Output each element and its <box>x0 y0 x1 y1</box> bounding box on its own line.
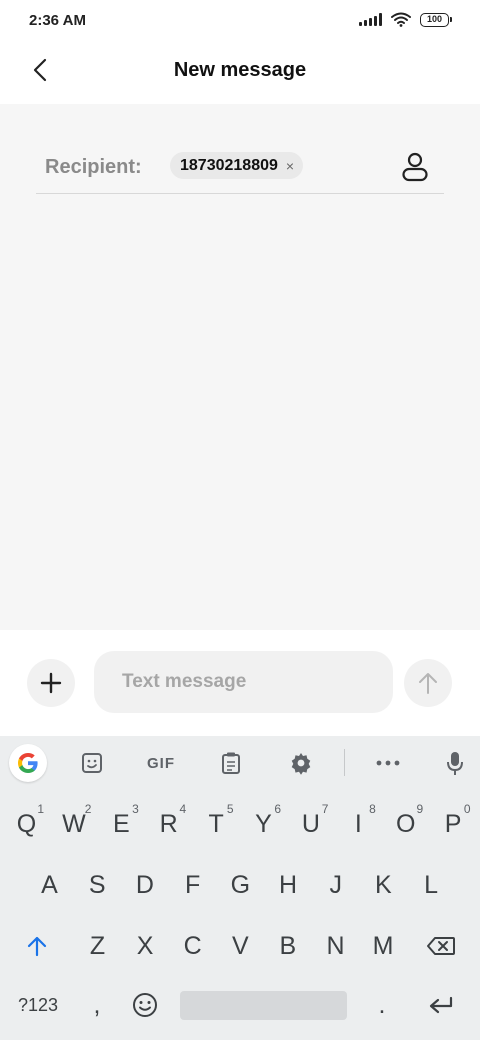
microphone-icon[interactable] <box>440 745 470 781</box>
key-number-hint: 5 <box>226 802 234 816</box>
period-key[interactable]: . <box>362 977 402 1033</box>
status-time: 2:36 AM <box>29 12 86 29</box>
key-label: O <box>395 809 416 838</box>
key-number-hint: 2 <box>84 802 92 816</box>
toolbar-divider <box>344 749 345 776</box>
send-button[interactable] <box>404 659 452 707</box>
key-e[interactable]: E3 <box>98 796 145 852</box>
conversation-area: Recipient: 18730218809 × <box>0 104 480 630</box>
enter-icon <box>429 996 453 1014</box>
key-number-hint: 1 <box>37 802 44 816</box>
key-number-hint: 3 <box>132 802 139 816</box>
key-number-hint: 6 <box>274 802 281 816</box>
key-label: E <box>112 809 130 838</box>
key-label: I <box>354 809 362 838</box>
clipboard-icon[interactable] <box>216 745 246 781</box>
remove-recipient-icon[interactable]: × <box>286 159 294 173</box>
key-label: P <box>444 809 462 838</box>
key-l[interactable]: L <box>408 857 455 913</box>
recipient-number: 18730218809 <box>180 156 278 174</box>
key-number-hint: 4 <box>179 802 187 816</box>
shift-arrow-icon <box>27 936 47 957</box>
sticker-icon[interactable] <box>76 745 108 781</box>
key-number-hint: 9 <box>416 802 424 816</box>
wifi-icon <box>391 12 411 27</box>
keyboard: G I F Q 1 W 2 E 3 R 4 T 5 Y 6 U 7 I 8 O 9 … <box>0 736 480 1040</box>
key-number-hint: 0 <box>463 802 471 816</box>
google-icon[interactable] <box>9 744 47 782</box>
key-y[interactable]: Y6 <box>240 796 287 852</box>
gif-button[interactable]: GIF <box>138 745 184 781</box>
key-number-hint: 8 <box>369 802 376 816</box>
key-b[interactable]: B <box>264 918 311 974</box>
app-header: New message <box>0 42 480 104</box>
enter-key[interactable] <box>418 977 464 1033</box>
key-z[interactable]: Z <box>74 918 121 974</box>
recipient-row[interactable]: Recipient: 18730218809 × <box>36 144 444 194</box>
key-a[interactable]: A <box>26 857 73 913</box>
backspace-key[interactable] <box>418 918 464 974</box>
composer-bar <box>0 630 480 736</box>
key-o[interactable]: O9 <box>382 796 429 852</box>
signal-icon <box>359 13 382 26</box>
message-input[interactable] <box>94 651 393 713</box>
key-n[interactable]: N <box>312 918 359 974</box>
emoji-icon <box>133 993 157 1017</box>
keyboard-toolbar: GIF <box>0 736 480 790</box>
key-x[interactable]: X <box>122 918 169 974</box>
key-c[interactable]: C <box>169 918 216 974</box>
status-icons: 100 <box>359 12 452 27</box>
gif-label: GIF <box>147 754 175 772</box>
key-d[interactable]: D <box>121 857 168 913</box>
key-v[interactable]: V <box>217 918 264 974</box>
key-r[interactable]: R4 <box>145 796 192 852</box>
backspace-icon <box>427 937 455 955</box>
contact-icon <box>402 152 428 182</box>
emoji-key[interactable] <box>124 977 166 1033</box>
battery-icon: 100 <box>420 12 452 27</box>
key-j[interactable]: J <box>312 857 359 913</box>
key-label: U <box>301 809 320 838</box>
settings-gear-icon[interactable] <box>286 745 316 781</box>
attach-button[interactable] <box>27 659 75 707</box>
key-q[interactable]: Q1 <box>3 796 50 852</box>
key-m[interactable]: M <box>360 918 407 974</box>
key-label: Y <box>255 809 272 838</box>
key-t[interactable]: T5 <box>193 796 240 852</box>
key-label: W <box>62 809 86 838</box>
recipient-label: Recipient: <box>45 156 142 178</box>
plus-icon <box>40 672 62 694</box>
send-arrow-icon <box>419 673 437 694</box>
key-f[interactable]: F <box>169 857 216 913</box>
contacts-button[interactable] <box>398 150 432 184</box>
key-i[interactable]: I8 <box>335 796 382 852</box>
key-number-hint: 7 <box>321 802 329 816</box>
key-g[interactable]: G <box>217 857 264 913</box>
key-p[interactable]: P0 <box>430 796 477 852</box>
comma-key[interactable]: , <box>76 977 118 1033</box>
key-label: T <box>208 809 224 838</box>
key-label: Q <box>16 809 37 838</box>
battery-level: 100 <box>420 12 449 27</box>
key-label: R <box>159 809 178 838</box>
symbols-key[interactable]: ?123 <box>8 977 68 1033</box>
key-w[interactable]: W2 <box>50 796 97 852</box>
key-k[interactable]: K <box>360 857 407 913</box>
more-options-icon[interactable] <box>372 745 404 781</box>
shift-key[interactable] <box>14 918 60 974</box>
key-u[interactable]: U7 <box>287 796 334 852</box>
page-title: New message <box>173 59 307 81</box>
recipient-chip[interactable]: 18730218809 × <box>170 152 304 179</box>
status-bar: 2:36 AM 100 <box>0 0 480 42</box>
space-key[interactable] <box>180 991 347 1020</box>
key-s[interactable]: S <box>74 857 121 913</box>
key-h[interactable]: H <box>265 857 312 913</box>
